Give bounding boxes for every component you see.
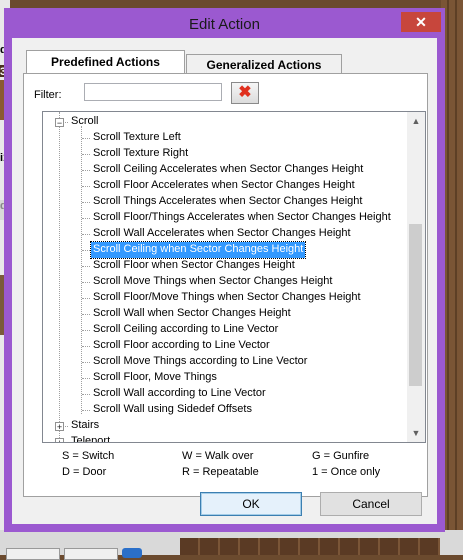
actions-tree[interactable]: − Scroll Scroll Texture Left Scroll Texture… [42, 111, 426, 443]
tree-node-teleport[interactable]: Teleport [69, 434, 112, 442]
ok-button[interactable]: OK [200, 492, 302, 516]
tree-connector [82, 378, 90, 379]
collapse-icon[interactable]: − [55, 118, 64, 128]
dialog-client-area: Predefined Actions Generalized Actions F… [12, 38, 437, 524]
expand-icon[interactable]: + [55, 438, 64, 442]
dialog-title: Edit Action [189, 16, 260, 33]
close-icon: ✕ [415, 14, 427, 30]
vertical-scrollbar[interactable]: ▲ ▼ [407, 112, 425, 442]
tree-item[interactable]: Scroll Floor when Sector Changes Height [91, 258, 297, 274]
tab-generalized-actions[interactable]: Generalized Actions [186, 54, 342, 74]
legend-walk-over: W = Walk over [182, 450, 254, 462]
edit-action-dialog: Edit Action ✕ Predefined Actions General… [4, 8, 445, 532]
tree-connector [82, 266, 90, 267]
tree-item[interactable]: Scroll Wall Accelerates when Sector Chan… [91, 226, 353, 242]
scrollbar-thumb[interactable] [409, 224, 422, 386]
scroll-down-arrow-icon[interactable]: ▼ [407, 424, 425, 442]
tree-connector [82, 282, 90, 283]
tree-item[interactable]: Scroll Floor/Things Accelerates when Sec… [91, 210, 393, 226]
clear-filter-button[interactable]: ✖ [231, 82, 259, 104]
tree-item[interactable]: Scroll Things Accelerates when Sector Ch… [91, 194, 364, 210]
cancel-button[interactable]: Cancel [320, 492, 422, 516]
tab-predefined-actions[interactable]: Predefined Actions [26, 50, 185, 73]
tree-connector [82, 234, 90, 235]
background-toolbar-button [6, 548, 60, 560]
tree-connector [82, 410, 90, 411]
background-toolbar-button [64, 548, 118, 560]
tree-connector [82, 202, 90, 203]
filter-input[interactable] [84, 83, 222, 101]
background-map-floor [180, 538, 440, 555]
tree-node-stairs[interactable]: Stairs [69, 418, 101, 434]
tree-connector [59, 112, 60, 442]
expand-icon[interactable]: + [55, 422, 64, 432]
tree-content: − Scroll Scroll Texture Left Scroll Texture… [43, 112, 407, 442]
tree-item[interactable]: Scroll Move Things when Sector Changes H… [91, 274, 334, 290]
tree-node-scroll[interactable]: Scroll [69, 114, 101, 130]
tree-item[interactable]: Scroll Move Things according to Line Vec… [91, 354, 309, 370]
tree-item[interactable]: Scroll Texture Left [91, 130, 183, 146]
tree-item[interactable]: Scroll Ceiling Accelerates when Sector C… [91, 162, 365, 178]
tree-connector [82, 138, 90, 139]
tree-connector [82, 218, 90, 219]
tree-connector [82, 250, 90, 251]
tree-item[interactable]: Scroll Floor/Move Things when Sector Cha… [91, 290, 363, 306]
tree-item[interactable]: Scroll Wall according to Line Vector [91, 386, 268, 402]
tree-connector [82, 314, 90, 315]
legend-once-only: 1 = Once only [312, 466, 381, 478]
tree-item[interactable]: Scroll Texture Right [91, 146, 190, 162]
tree-item[interactable]: Scroll Ceiling according to Line Vector [91, 322, 280, 338]
tree-item[interactable]: Scroll Floor, Move Things [91, 370, 219, 386]
tree-item[interactable]: Scroll Floor according to Line Vector [91, 338, 272, 354]
legend-gunfire: G = Gunfire [312, 450, 370, 462]
filter-label: Filter: [34, 89, 62, 101]
tree-item[interactable]: Scroll Floor Accelerates when Sector Cha… [91, 178, 357, 194]
tree-item[interactable]: Scroll Ceiling when Sector Changes Heigh… [89, 241, 307, 259]
tree-connector [82, 346, 90, 347]
tree-connector [82, 298, 90, 299]
tree-connector [82, 186, 90, 187]
tree-connector [82, 154, 90, 155]
tree-connector [82, 362, 90, 363]
legend-switch: S = Switch [62, 450, 115, 462]
tree-item[interactable]: Scroll Wall using Sidedef Offsets [91, 402, 254, 418]
tree-item[interactable]: Scroll Wall when Sector Changes Height [91, 306, 293, 322]
tree-connector [82, 170, 90, 171]
legend-repeatable: R = Repeatable [182, 466, 259, 478]
tree-connector [82, 394, 90, 395]
red-x-icon: ✖ [238, 84, 252, 101]
background-toolbar-icon [122, 548, 142, 558]
scroll-up-arrow-icon[interactable]: ▲ [407, 112, 425, 130]
close-button[interactable]: ✕ [401, 12, 441, 32]
tree-connector [82, 330, 90, 331]
legend-door: D = Door [62, 466, 107, 478]
